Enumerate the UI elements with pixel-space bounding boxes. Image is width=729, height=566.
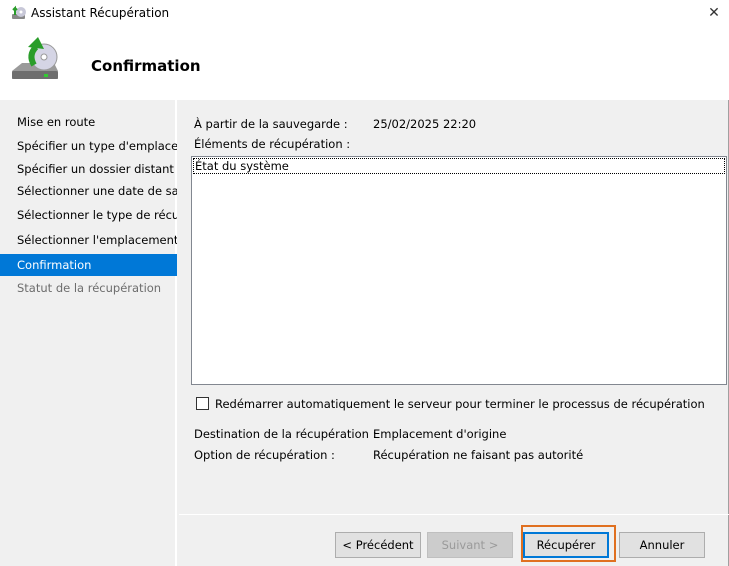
cancel-button[interactable]: Annuler — [619, 532, 705, 558]
option-value: Récupération ne faisant pas autorité — [373, 448, 584, 462]
restart-checkbox[interactable] — [196, 397, 209, 410]
step-mise-en-route[interactable]: Mise en route — [0, 111, 177, 133]
recover-button[interactable]: Récupérer — [523, 532, 609, 558]
footer-divider — [179, 514, 729, 515]
window-title: Assistant Récupération — [31, 6, 170, 20]
backup-label: À partir de la sauvegarde : — [194, 117, 348, 131]
wizard-steps: Mise en route Spécifier un type d'emplac… — [0, 100, 177, 566]
backup-app-icon — [12, 5, 26, 19]
items-label: Éléments de récupération : — [194, 137, 351, 151]
next-button: Suivant > — [427, 532, 513, 558]
option-label: Option de récupération : — [194, 448, 335, 462]
title-bar: Assistant Récupération ✕ — [0, 0, 729, 27]
step-statut: Statut de la récupération — [17, 281, 162, 295]
step-emplacement[interactable]: Sélectionner l'emplacement — [0, 229, 177, 251]
destination-value: Emplacement d'origine — [373, 427, 507, 441]
wizard-content: À partir de la sauvegarde : 25/02/2025 2… — [179, 100, 729, 566]
step-type-emplacement[interactable]: Spécifier un type d'emplacement — [0, 135, 177, 157]
backup-recovery-icon — [12, 37, 58, 79]
step-date-sauvegarde[interactable]: Sélectionner une date de sauvegarde — [0, 180, 177, 202]
wizard-header: Confirmation — [0, 27, 729, 100]
recovery-items-list[interactable]: État du système — [191, 156, 727, 385]
destination-label: Destination de la récupération : — [194, 427, 377, 441]
previous-button[interactable]: < Précédent — [335, 532, 421, 558]
step-type-recuperation[interactable]: Sélectionner le type de récupération — [0, 204, 177, 226]
list-item[interactable]: État du système — [193, 158, 725, 174]
restart-checkbox-label[interactable]: Redémarrer automatiquement le serveur po… — [215, 397, 705, 411]
step-dossier-distant[interactable]: Spécifier un dossier distant — [0, 158, 177, 180]
backup-value: 25/02/2025 22:20 — [373, 117, 477, 131]
page-title: Confirmation — [91, 57, 201, 75]
close-button[interactable]: ✕ — [699, 0, 729, 27]
step-confirmation[interactable]: Confirmation — [0, 254, 177, 276]
